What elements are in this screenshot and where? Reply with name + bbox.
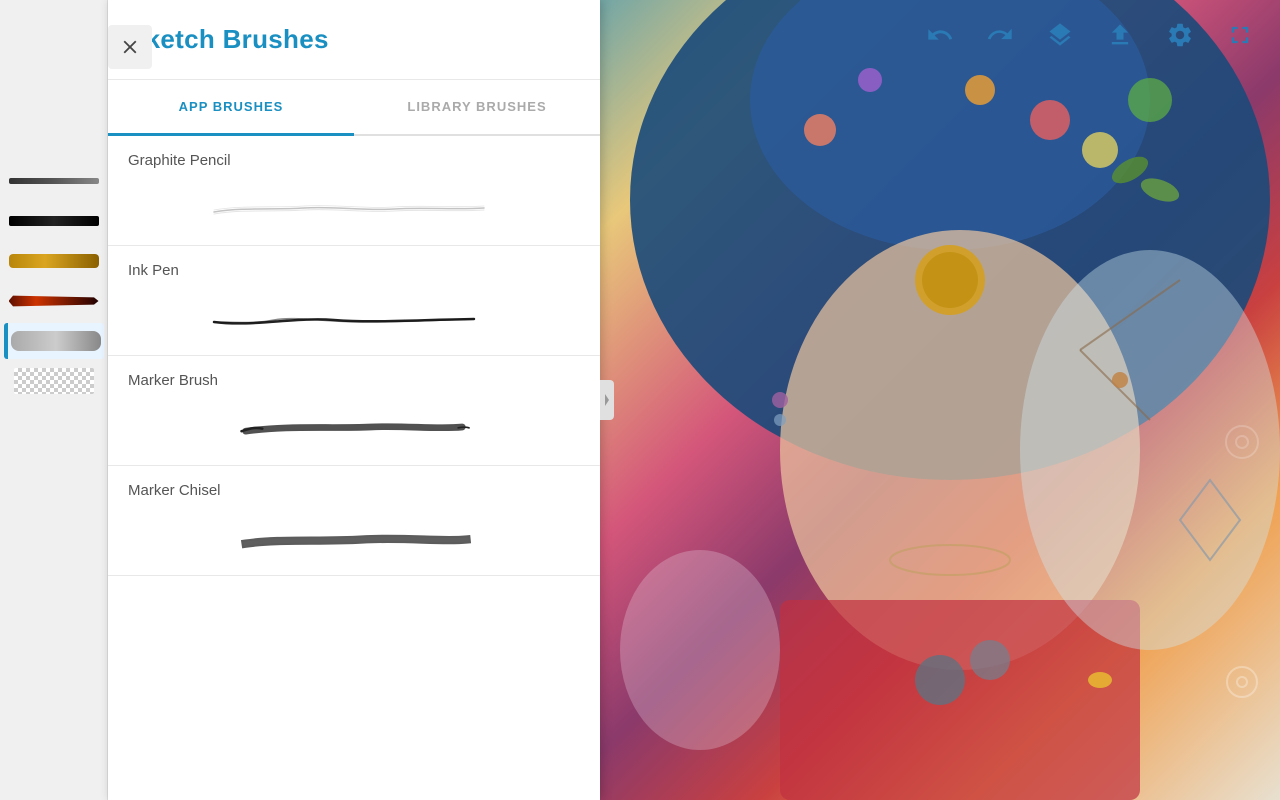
brush-entry-graphite-pencil[interactable]: Graphite Pencil [108, 136, 600, 246]
share-button[interactable] [1100, 15, 1140, 55]
brush-preview-4 [9, 292, 99, 310]
redo-button[interactable] [980, 15, 1020, 55]
brush-preview-1 [9, 178, 99, 184]
brush-item-4[interactable] [4, 283, 104, 319]
brush-stroke-marker-brush [128, 397, 580, 457]
settings-button[interactable] [1160, 15, 1200, 55]
brush-preview-2 [9, 216, 99, 226]
brush-name-ink-pen: Ink Pen [128, 262, 580, 279]
undo-button[interactable] [920, 15, 960, 55]
brush-preview-6 [14, 368, 94, 394]
canvas-overlay-icon-2 [1224, 664, 1260, 700]
brush-preview-5 [11, 331, 101, 351]
tab-library-brushes[interactable]: LIBRARY BRUSHES [354, 80, 600, 136]
panel-title: Sketch Brushes [128, 24, 329, 55]
brush-item-2[interactable] [4, 203, 104, 239]
brush-name-graphite-pencil: Graphite Pencil [128, 152, 580, 169]
brush-entry-ink-pen[interactable]: Ink Pen [108, 246, 600, 356]
brush-stroke-graphite-pencil [128, 177, 580, 237]
panel-tabs: APP BRUSHES LIBRARY BRUSHES [108, 80, 600, 136]
brush-name-marker-brush: Marker Brush [128, 372, 580, 389]
fullscreen-button[interactable] [1220, 15, 1260, 55]
brush-panel: Sketch Brushes APP BRUSHES LIBRARY BRUSH… [108, 0, 600, 800]
collapse-panel-handle[interactable] [600, 380, 614, 420]
left-toolbar [0, 0, 108, 800]
tab-app-brushes[interactable]: APP BRUSHES [108, 80, 354, 136]
brush-entry-marker-brush[interactable]: Marker Brush [108, 356, 600, 466]
panel-header: Sketch Brushes [108, 0, 600, 80]
brush-item-6[interactable] [4, 363, 104, 399]
brush-list[interactable]: Graphite Pencil Ink Pen Marker Brush [108, 136, 600, 800]
close-button[interactable] [108, 25, 152, 69]
brush-stroke-ink-pen [128, 287, 580, 347]
brush-name-marker-chisel: Marker Chisel [128, 482, 580, 499]
layers-button[interactable] [1040, 15, 1080, 55]
brush-item-1[interactable] [4, 163, 104, 199]
brush-preview-3 [9, 254, 99, 268]
brush-item-3[interactable] [4, 243, 104, 279]
brush-entry-marker-chisel[interactable]: Marker Chisel [108, 466, 600, 576]
brush-item-5[interactable] [4, 323, 104, 359]
canvas-overlay-icon [1224, 424, 1260, 460]
brush-stroke-marker-chisel [128, 507, 580, 567]
